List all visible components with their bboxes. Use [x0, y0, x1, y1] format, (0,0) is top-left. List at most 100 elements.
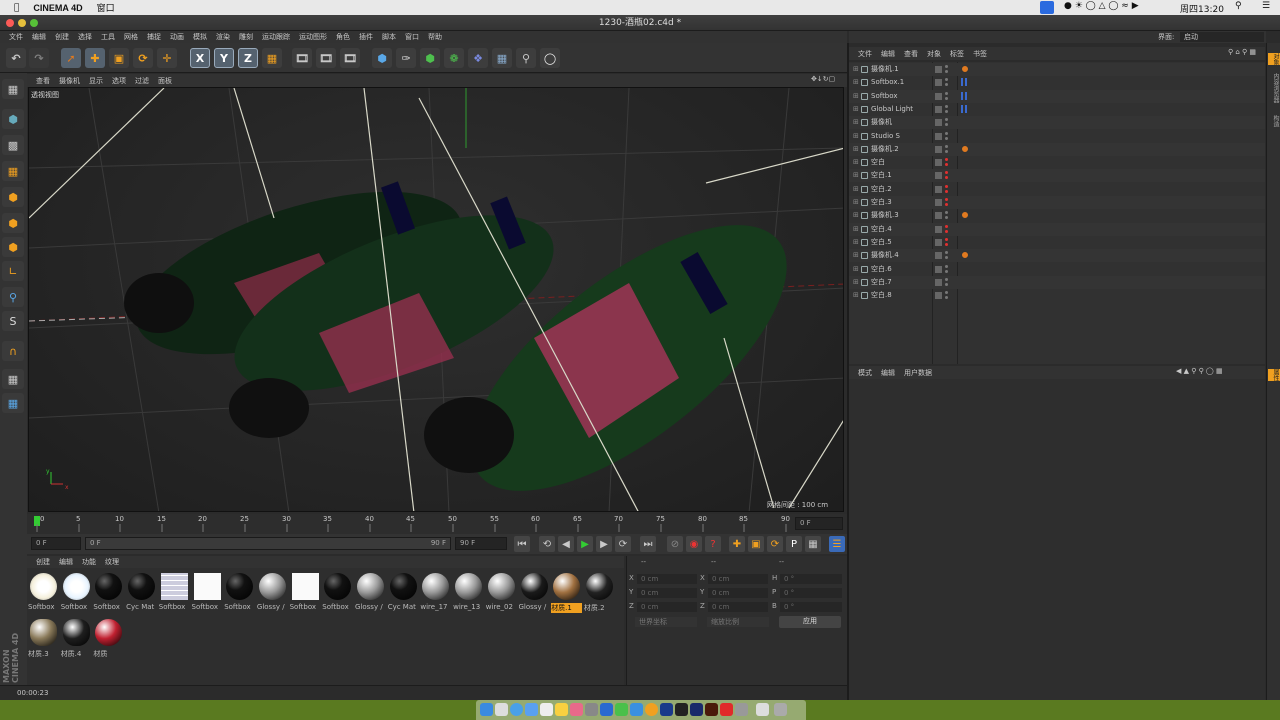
- attr-menu-edit[interactable]: 编辑: [881, 368, 895, 378]
- editor-visibility-icon[interactable]: [935, 145, 942, 153]
- visibility-dot[interactable]: [945, 78, 948, 82]
- expand-icon[interactable]: ⊞: [853, 143, 859, 156]
- object-row[interactable]: ⊞ Studio S: [849, 130, 1265, 143]
- render-dot[interactable]: [945, 109, 948, 113]
- cross-move-icon[interactable]: ✛: [157, 48, 177, 68]
- expand-icon[interactable]: ⊞: [853, 63, 859, 76]
- render-dot[interactable]: [945, 163, 948, 167]
- points-mode-icon[interactable]: ⬢: [2, 187, 24, 207]
- cinema4d-icon[interactable]: [660, 703, 673, 716]
- expand-icon[interactable]: ⊞: [853, 209, 859, 222]
- world-coords-select[interactable]: 世界坐标: [635, 617, 697, 627]
- editor-visibility-icon[interactable]: [935, 212, 942, 220]
- system-prefs-icon[interactable]: [585, 703, 598, 716]
- editor-visibility-icon[interactable]: [935, 292, 942, 300]
- render-dot[interactable]: [945, 269, 948, 273]
- visibility-dot[interactable]: [945, 211, 948, 215]
- timeline-ruler[interactable]: 0 5 10 15 20 25 30 35 40 45 50 55 60 65 …: [27, 514, 847, 534]
- light-tag-icon[interactable]: [961, 78, 969, 87]
- material-menu-create[interactable]: 创建: [36, 557, 50, 567]
- zoom-window-icon[interactable]: [30, 19, 38, 27]
- size-x-field[interactable]: 0 cm: [708, 574, 768, 584]
- window-menu[interactable]: 窗口: [97, 1, 115, 14]
- rotation-h-field[interactable]: 0 °: [780, 574, 842, 584]
- subdivision-icon[interactable]: ⬢: [420, 48, 440, 68]
- object-row[interactable]: ⊞ Softbox: [849, 89, 1265, 103]
- object-row[interactable]: ⊞ Global Light: [849, 103, 1265, 116]
- launchpad-icon[interactable]: [495, 703, 508, 716]
- visibility-dot[interactable]: [945, 264, 948, 268]
- go-to-end-icon[interactable]: ⏭: [640, 536, 656, 552]
- apple-icon[interactable]: : [14, 3, 19, 13]
- editor-visibility-icon[interactable]: [935, 132, 942, 140]
- size-z-field[interactable]: 0 cm: [708, 602, 768, 612]
- position-x-field[interactable]: 0 cm: [637, 574, 697, 584]
- wechat-icon[interactable]: [615, 703, 628, 716]
- viewport-menu-options[interactable]: 选项: [112, 76, 126, 86]
- target-tag-icon[interactable]: [961, 251, 969, 260]
- render-dot[interactable]: [945, 242, 948, 246]
- trash-icon[interactable]: [774, 703, 787, 716]
- visibility-dot[interactable]: [945, 251, 948, 255]
- editor-visibility-icon[interactable]: [935, 172, 942, 180]
- visibility-dot[interactable]: [945, 291, 948, 295]
- keyframe-selection-icon[interactable]: ?: [705, 536, 721, 552]
- object-row[interactable]: ⊞ Softbox.1: [849, 76, 1265, 89]
- material-swatch[interactable]: Glossy /: [519, 571, 550, 613]
- object-row[interactable]: ⊞ 空白.2: [849, 183, 1265, 196]
- visibility-dot[interactable]: [945, 91, 948, 95]
- tab-structure[interactable]: 构造: [1268, 115, 1280, 127]
- cloner-icon[interactable]: ❁: [444, 48, 464, 68]
- model-mode-icon[interactable]: ⬢: [2, 109, 24, 129]
- redo-icon[interactable]: ↷: [29, 48, 49, 68]
- position-y-field[interactable]: 0 cm: [637, 588, 697, 598]
- render-dot[interactable]: [945, 256, 948, 260]
- material-swatch[interactable]: wire_13: [453, 571, 484, 613]
- editor-visibility-icon[interactable]: [935, 252, 942, 260]
- render-dot[interactable]: [945, 70, 948, 73]
- magnet-icon[interactable]: ∩: [2, 341, 24, 361]
- object-row[interactable]: ⊞ 摄像机.3: [849, 209, 1265, 222]
- size-y-field[interactable]: 0 cm: [708, 588, 768, 598]
- safari-icon[interactable]: [510, 703, 523, 716]
- visibility-dot[interactable]: [945, 118, 948, 122]
- workplane-icon[interactable]: ▦: [2, 161, 24, 181]
- qq-icon[interactable]: [630, 703, 643, 716]
- calendar-icon[interactable]: [540, 703, 553, 716]
- finder-icon[interactable]: [480, 703, 493, 716]
- make-editable-icon[interactable]: ▦: [2, 79, 24, 99]
- position-z-field[interactable]: 0 cm: [637, 602, 697, 612]
- photos-icon[interactable]: [570, 703, 583, 716]
- next-key-icon[interactable]: ⟳: [615, 536, 631, 552]
- attr-menu-user-data[interactable]: 用户数据: [904, 368, 932, 378]
- object-nav-icons[interactable]: ⚲ ⌂ ⚲ ▦: [1228, 48, 1256, 56]
- expand-icon[interactable]: ⊞: [853, 156, 859, 169]
- object-menu-bookmarks[interactable]: 书签: [973, 49, 987, 59]
- visibility-dot[interactable]: [945, 198, 948, 201]
- material-swatch[interactable]: Softbox: [290, 571, 321, 613]
- render-dot[interactable]: [945, 149, 948, 153]
- editor-visibility-icon[interactable]: [935, 265, 942, 273]
- preview-icon[interactable]: [735, 703, 748, 716]
- editor-visibility-icon[interactable]: [935, 225, 942, 233]
- object-row[interactable]: ⊞ 空白.1: [849, 169, 1265, 183]
- texture-mode-icon[interactable]: ▩: [2, 135, 24, 155]
- rotation-p-field[interactable]: 0 °: [780, 588, 842, 598]
- close-window-icon[interactable]: [6, 19, 14, 27]
- menu-sculpt[interactable]: 雕刻: [239, 32, 253, 42]
- visibility-dot[interactable]: [945, 237, 948, 241]
- object-row[interactable]: ⊞ 空白.6: [849, 263, 1265, 276]
- timeline-window-icon[interactable]: ☰: [829, 536, 845, 552]
- menu-mograph[interactable]: 运动图形: [299, 32, 327, 42]
- render-dot[interactable]: [945, 176, 948, 180]
- deformer-icon[interactable]: ❖: [468, 48, 488, 68]
- menu-render[interactable]: 渲染: [216, 32, 230, 42]
- expand-icon[interactable]: ⊞: [853, 289, 859, 302]
- material-menu-texture[interactable]: 纹理: [105, 557, 119, 567]
- editor-visibility-icon[interactable]: [935, 238, 942, 246]
- object-row[interactable]: ⊞ 空白.3: [849, 196, 1265, 209]
- viewport-menu-panel[interactable]: 面板: [158, 76, 172, 86]
- render-dot[interactable]: [945, 96, 948, 100]
- object-menu-file[interactable]: 文件: [858, 49, 872, 59]
- minimize-window-icon[interactable]: [18, 19, 26, 27]
